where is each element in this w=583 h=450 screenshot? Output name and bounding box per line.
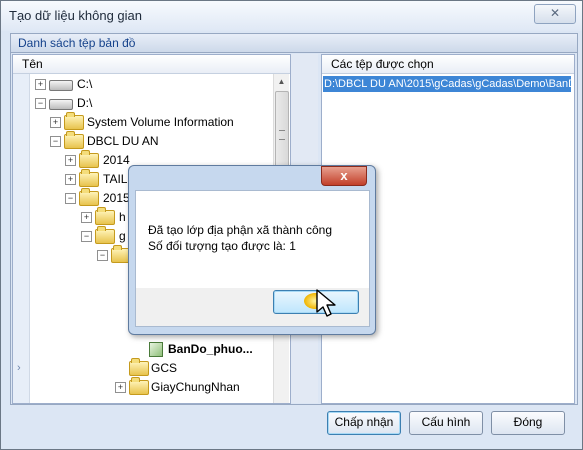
tree-node-label: DBCL DU AN	[87, 134, 159, 148]
collapse-icon[interactable]: −	[65, 193, 76, 204]
folder-icon	[129, 358, 149, 376]
grip-icon	[279, 130, 285, 140]
tree-node-label: TAIL	[103, 172, 128, 186]
folder-icon	[79, 150, 99, 168]
mouse-cursor-icon	[316, 289, 336, 317]
folder-icon	[95, 207, 115, 225]
group-header: Danh sách tệp bản đồ	[11, 34, 577, 53]
tree-node-label: BanDo_phuo...	[168, 342, 253, 356]
selected-files-header-label: Các tệp được chọn	[331, 57, 434, 71]
folder-icon	[129, 377, 149, 395]
expand-icon[interactable]: +	[81, 212, 92, 223]
config-button[interactable]: Cấu hình	[409, 411, 483, 435]
scroll-up-icon[interactable]: ▲	[274, 74, 289, 89]
expand-icon[interactable]: +	[65, 174, 76, 185]
tree-header[interactable]: Tên	[13, 55, 290, 74]
map-file-icon	[149, 342, 163, 357]
tree-node-label: System Volume Information	[87, 115, 234, 129]
tree-node-label: D:\	[77, 96, 93, 110]
row-indicator-icon: ›	[17, 362, 21, 374]
message-line-2: Số đối tượng tạo được là: 1	[148, 239, 296, 253]
message-body: Đã tạo lớp địa phận xã thành công Số đối…	[135, 190, 370, 290]
folder-open-icon	[95, 226, 115, 244]
folder-icon	[64, 112, 84, 130]
tree-node-label: C:\	[77, 77, 93, 91]
expand-icon[interactable]: +	[50, 117, 61, 128]
row-gutter: ›	[13, 74, 30, 403]
window-close-button[interactable]: ✕	[534, 4, 576, 24]
selected-file-item[interactable]: D:\DBCL DU AN\2015\gCadas\gCadas\Demo\Ba…	[323, 76, 571, 92]
group-title: Danh sách tệp bản đồ	[18, 36, 136, 50]
tree-node-label: 2014	[103, 153, 130, 167]
expand-icon[interactable]: +	[115, 382, 126, 393]
folder-open-icon	[64, 131, 84, 149]
folder-icon	[79, 169, 99, 187]
dialog-close-button[interactable]: x	[321, 166, 367, 186]
accept-button[interactable]: Chấp nhận	[327, 411, 401, 435]
drive-icon	[49, 99, 73, 110]
selected-files-header[interactable]: Các tệp được chọn	[322, 55, 574, 74]
expand-icon[interactable]: +	[35, 79, 46, 90]
tree-node-label: 2015	[103, 191, 130, 205]
tree-node-label: g	[119, 229, 126, 243]
title-bar[interactable]: Tạo dữ liệu không gian ✕	[1, 1, 582, 31]
message-dialog: x Đã tạo lớp địa phận xã thành công Số đ…	[128, 165, 376, 335]
drive-icon	[49, 80, 73, 91]
close-button[interactable]: Đóng	[491, 411, 565, 435]
button-bar: Chấp nhận Cấu hình Đóng	[1, 405, 582, 449]
collapse-icon[interactable]: −	[81, 231, 92, 242]
window-title: Tạo dữ liệu không gian	[9, 8, 143, 23]
collapse-icon[interactable]: −	[97, 250, 108, 261]
tree-node-label: h	[119, 210, 126, 224]
message-line-1: Đã tạo lớp địa phận xã thành công	[148, 223, 333, 237]
tree-node-label: GCS	[151, 361, 178, 375]
collapse-icon[interactable]: −	[35, 98, 46, 109]
collapse-icon[interactable]: −	[50, 136, 61, 147]
tree-header-label: Tên	[22, 57, 43, 71]
folder-open-icon	[79, 188, 99, 206]
expand-icon[interactable]: +	[65, 155, 76, 166]
tree-node-label: GiayChungNhan	[151, 380, 240, 394]
